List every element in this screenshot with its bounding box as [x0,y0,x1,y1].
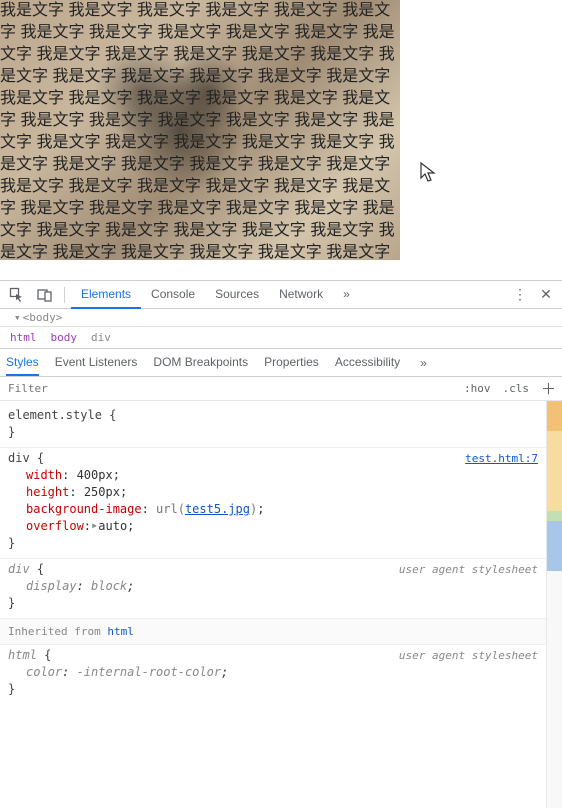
selector: element.style [8,408,102,422]
device-toggle-icon[interactable] [32,283,58,307]
rule-origin-link[interactable]: test.html:7 [465,450,538,467]
styles-pane: element.style { } test.html:7 div { widt… [0,401,562,808]
declaration: color: -internal-root-color; [8,664,538,681]
breadcrumb: html body div [0,327,562,349]
devtools-panel: Elements Console Sources Network » ⋮ ✕ ▾… [0,280,562,808]
rule-origin-ua: user agent stylesheet [399,561,538,578]
rule-element-style[interactable]: element.style { } [0,405,546,448]
separator [64,287,65,303]
devtools-tabs: Elements Console Sources Network » [71,281,360,309]
inspect-icon[interactable] [4,283,30,307]
dom-node: <body> [23,311,63,324]
subtab-accessibility[interactable]: Accessibility [335,349,400,376]
styles-rules: element.style { } test.html:7 div { widt… [0,401,546,808]
selector: div [8,451,30,465]
selector: html [8,648,37,662]
overview-strip[interactable] [546,401,562,808]
styles-filter-bar: :hov .cls ＋ [0,377,562,401]
styles-subtabs: Styles Event Listeners DOM Breakpoints P… [0,349,562,377]
subtab-properties[interactable]: Properties [264,349,319,376]
subtab-dom-breakpoints[interactable]: DOM Breakpoints [153,349,248,376]
declaration[interactable]: overflow: ▸ auto; [8,518,538,535]
declaration[interactable]: height: 250px; [8,484,538,501]
strip-segment [547,401,562,431]
declaration: display: block; [8,578,538,595]
hov-toggle[interactable]: :hov [458,382,497,395]
rule-div-ua: user agent stylesheet div { display: blo… [0,559,546,619]
tab-console[interactable]: Console [141,281,205,309]
declaration[interactable]: width: 400px; [8,467,538,484]
tab-sources[interactable]: Sources [205,281,269,309]
tabs-overflow-icon[interactable]: » [333,281,360,309]
cursor-icon [420,162,438,184]
crumb-html[interactable]: html [10,331,37,344]
strip-segment [547,431,562,511]
triangle-icon: ▾ [14,311,21,324]
rule-html-ua: user agent stylesheet html { color: -int… [0,645,546,704]
inherited-from-row: Inherited from html [0,619,546,645]
cls-toggle[interactable]: .cls [496,382,535,395]
tab-elements[interactable]: Elements [71,281,141,309]
filter-input[interactable] [0,382,458,395]
strip-segment [547,511,562,521]
new-style-rule-icon[interactable]: ＋ [535,378,562,399]
rule-div-file[interactable]: test.html:7 div { width: 400px; height: … [0,448,546,559]
subtabs-overflow-icon[interactable]: » [420,356,427,370]
page-preview: 我是文字 我是文字 我是文字 我是文字 我是文字 我是文字 我是文字 我是文字 … [0,0,562,280]
crumb-body[interactable]: body [51,331,78,344]
kebab-menu-icon[interactable]: ⋮ [508,286,532,303]
tab-network[interactable]: Network [269,281,333,309]
devtools-toolbar: Elements Console Sources Network » ⋮ ✕ [0,281,562,309]
expand-shorthand-icon[interactable]: ▸ [91,517,98,534]
rule-origin-ua: user agent stylesheet [399,647,538,664]
url-link[interactable]: test5.jpg [185,502,250,516]
subtab-event-listeners[interactable]: Event Listeners [55,349,138,376]
dom-tree-row[interactable]: ▾<body> [0,309,562,327]
declaration[interactable]: background-image: url(test5.jpg); [8,501,538,518]
strip-segment [547,521,562,571]
subtab-styles[interactable]: Styles [6,349,39,376]
close-icon[interactable]: ✕ [534,286,558,303]
inherited-source[interactable]: html [107,625,134,638]
crumb-div[interactable]: div [91,331,111,344]
selector: div [8,562,30,576]
preview-div[interactable]: 我是文字 我是文字 我是文字 我是文字 我是文字 我是文字 我是文字 我是文字 … [0,0,400,260]
